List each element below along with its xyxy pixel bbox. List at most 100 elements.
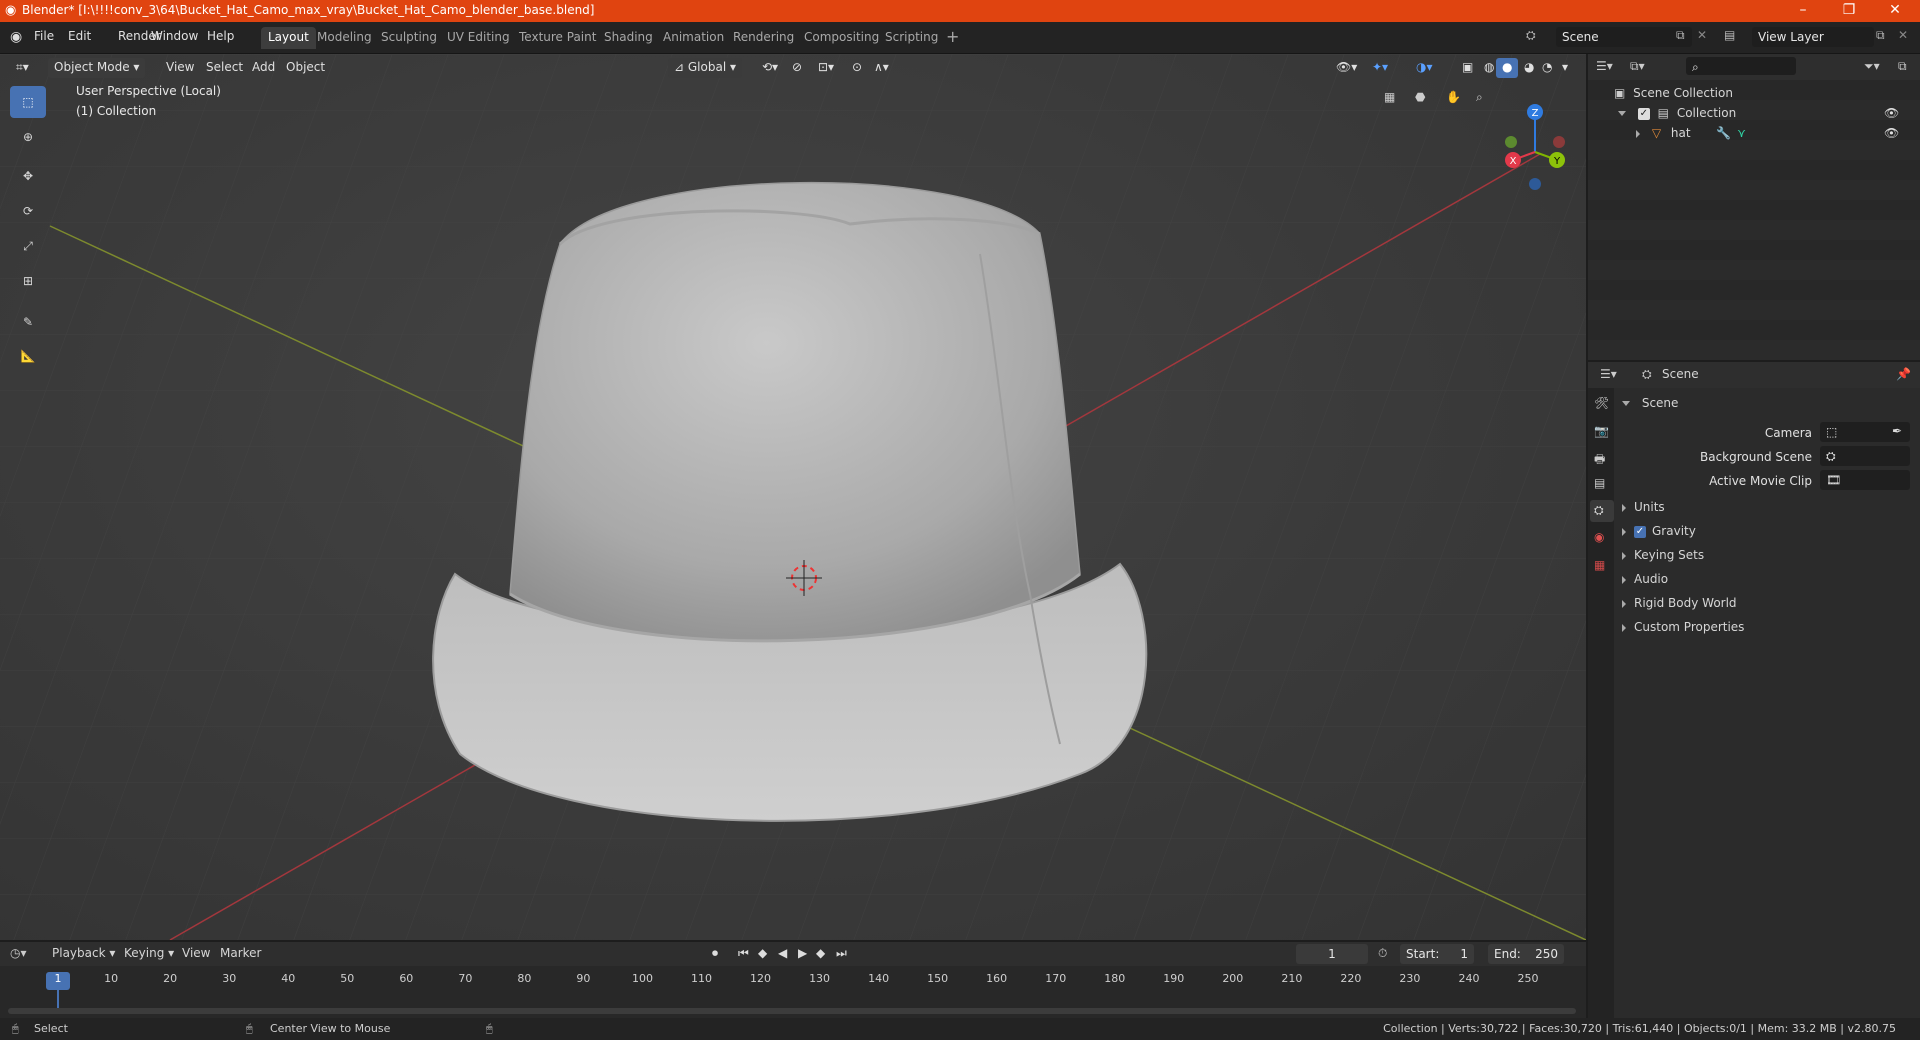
properties-editor-type-icon[interactable]: ☰▾ xyxy=(1600,367,1617,381)
cursor-tool[interactable]: ⊕ xyxy=(10,121,46,153)
tab-modeling[interactable]: Modeling xyxy=(310,27,379,49)
panel-gravity[interactable]: ✓ Gravity xyxy=(1622,524,1912,538)
pivot-icon[interactable]: ⟲▾ xyxy=(756,58,784,78)
tab-animation[interactable]: Animation xyxy=(656,27,731,49)
blender-menu-icon[interactable]: ◉ xyxy=(10,29,22,45)
new-view-layer-icon[interactable]: ⧉ xyxy=(1876,28,1885,43)
timeline-menu-view[interactable]: View xyxy=(182,946,210,960)
delete-scene-icon[interactable]: ✕ xyxy=(1697,28,1707,42)
tab-texture-paint[interactable]: Texture Paint xyxy=(512,27,603,49)
scene-browse-icon[interactable]: ⛭ xyxy=(1526,28,1536,43)
gravity-checkbox[interactable]: ✓ xyxy=(1634,525,1646,538)
xray-icon[interactable]: ▣ xyxy=(1456,58,1479,78)
panel-keying-sets[interactable]: Keying Sets xyxy=(1622,548,1912,562)
annotate-tool[interactable]: ✎ xyxy=(10,306,46,338)
eyedropper-icon[interactable]: ✒ xyxy=(1892,424,1902,438)
expand-hat-icon[interactable] xyxy=(1636,129,1640,138)
collection-checkbox[interactable]: ✓ xyxy=(1637,107,1650,120)
panel-audio[interactable]: Audio xyxy=(1622,572,1912,586)
background-scene-field[interactable]: ⛭ xyxy=(1820,446,1910,466)
proportional-edit-icon[interactable]: ⊙ xyxy=(846,58,868,78)
tab-uv-editing[interactable]: UV Editing xyxy=(440,27,517,49)
outliner-search-input[interactable]: ⌕ xyxy=(1686,57,1796,75)
outliner-editor-type-icon[interactable]: ☰▾ xyxy=(1596,59,1613,73)
mesh-data-icon[interactable]: ⋎ xyxy=(1737,126,1746,140)
menu-edit[interactable]: Edit xyxy=(68,29,91,43)
close-icon[interactable]: ✕ xyxy=(1872,0,1918,22)
menu-marker[interactable]: Marker xyxy=(220,946,261,960)
add-workspace-icon[interactable]: + xyxy=(946,27,959,46)
camera-view-icon[interactable]: ⬣ xyxy=(1415,90,1425,104)
transform-tool[interactable]: ⊞ xyxy=(10,265,46,297)
render-tab-icon[interactable]: 📷 xyxy=(1594,424,1609,438)
new-scene-icon[interactable]: ⧉ xyxy=(1676,28,1685,43)
snap-icon[interactable]: ⊘ xyxy=(786,58,808,78)
start-frame-field[interactable]: Start: 1 xyxy=(1400,944,1474,964)
delete-view-layer-icon[interactable]: ✕ xyxy=(1898,28,1908,42)
rotate-tool[interactable]: ⟳ xyxy=(10,195,46,227)
view-layer-icon[interactable]: ▤ xyxy=(1724,28,1735,42)
mode-selector[interactable]: Object Mode ▾ xyxy=(48,58,146,78)
menu-keying[interactable]: Keying ▾ xyxy=(124,946,174,960)
tab-shading[interactable]: Shading xyxy=(597,27,660,49)
panel-rigid-body-world[interactable]: Rigid Body World xyxy=(1622,596,1912,610)
menu-object[interactable]: Object xyxy=(280,58,331,78)
record-icon[interactable]: ⏺ xyxy=(712,946,718,961)
hat-visibility-icon[interactable]: 👁 xyxy=(1884,126,1899,140)
play-icon[interactable]: ▶ xyxy=(798,946,807,960)
modifier-wrench-icon[interactable]: 🔧 xyxy=(1716,126,1731,140)
display-mode-icon[interactable]: ⧉▾ xyxy=(1630,59,1645,74)
outliner-item-collection[interactable]: ✓ ▤ Collection 👁 xyxy=(1618,106,1918,120)
jump-keyframe-forward-icon[interactable]: ◆ xyxy=(816,946,825,960)
scene-collection-row[interactable]: ▣ Scene Collection xyxy=(1614,86,1733,100)
shading-options-icon[interactable]: ▾ xyxy=(1556,58,1574,78)
measure-tool[interactable]: 📐 xyxy=(10,340,46,372)
editor-type-icon[interactable]: ⌗▾ xyxy=(10,58,35,78)
menu-select[interactable]: Select xyxy=(200,58,249,78)
panel-custom-properties[interactable]: Custom Properties xyxy=(1622,620,1912,634)
toggle-grid-icon[interactable]: ▦ xyxy=(1384,90,1395,104)
view-layer-tab-icon[interactable]: ▤ xyxy=(1594,476,1605,490)
menu-add[interactable]: Add xyxy=(246,58,281,78)
menu-window[interactable]: Window xyxy=(151,29,198,43)
menu-view[interactable]: View xyxy=(160,58,200,78)
menu-file[interactable]: File xyxy=(34,29,54,43)
jump-start-icon[interactable]: ⏮ xyxy=(738,946,749,961)
new-collection-icon[interactable]: ⧉ xyxy=(1898,59,1907,74)
collection-visibility-icon[interactable]: 👁 xyxy=(1884,106,1899,120)
solid-shading-icon[interactable]: ● xyxy=(1496,58,1519,78)
scale-tool[interactable]: ⤢ xyxy=(10,230,46,262)
tab-rendering[interactable]: Rendering xyxy=(726,27,801,49)
move-tool[interactable]: ✥ xyxy=(10,160,46,192)
tab-sculpting[interactable]: Sculpting xyxy=(374,27,444,49)
zoom-icon[interactable]: ⌕ xyxy=(1476,90,1483,105)
minimize-icon[interactable]: – xyxy=(1780,0,1826,22)
expand-icon[interactable] xyxy=(1618,111,1626,116)
overlay-toggle-icon[interactable]: ◑▾ xyxy=(1410,58,1439,78)
current-frame-field[interactable]: 1 xyxy=(1296,944,1368,964)
timeline-scrubber[interactable]: 1 10 20 30 40 50 60 70 80 90 100 110 120 130 140 150 160… xyxy=(0,966,1586,1018)
scene-tab-icon[interactable]: ⛭ xyxy=(1590,500,1614,522)
falloff-icon[interactable]: ∧▾ xyxy=(868,58,895,78)
stopwatch-icon[interactable]: ⏱ xyxy=(1378,946,1387,961)
3d-viewport[interactable]: Z Y X User Perspective (Local) (1) Colle… xyxy=(0,54,1586,940)
timeline-scrollbar[interactable] xyxy=(8,1008,1576,1014)
outliner-item-hat[interactable]: ▽ hat 🔧 ⋎ 👁 xyxy=(1636,126,1918,140)
jump-keyframe-back-icon[interactable]: ◆ xyxy=(758,946,767,960)
tab-scripting[interactable]: Scripting xyxy=(878,27,945,49)
end-frame-field[interactable]: End: 250 xyxy=(1488,944,1564,964)
play-reverse-icon[interactable]: ◀ xyxy=(778,946,787,960)
menu-playback[interactable]: Playback ▾ xyxy=(52,946,115,960)
output-tab-icon[interactable]: 🖶 xyxy=(1594,450,1605,471)
snap-target-icon[interactable]: ⊡▾ xyxy=(812,58,840,78)
orientation-selector[interactable]: ⊿ Global ▾ xyxy=(668,58,742,78)
active-movie-clip-field[interactable]: 🎞 xyxy=(1820,470,1910,490)
scene-section-header[interactable]: Scene xyxy=(1622,396,1912,418)
panel-units[interactable]: Units xyxy=(1622,500,1912,514)
visibility-icon[interactable]: 👁▾ xyxy=(1330,58,1363,78)
timeline-editor-type-icon[interactable]: ◷▾ xyxy=(10,946,27,960)
tab-layout[interactable]: Layout xyxy=(261,27,316,49)
select-box-tool[interactable]: ⬚ xyxy=(10,86,46,118)
tab-compositing[interactable]: Compositing xyxy=(797,27,886,49)
scene-selector[interactable]: Scene xyxy=(1556,27,1692,47)
